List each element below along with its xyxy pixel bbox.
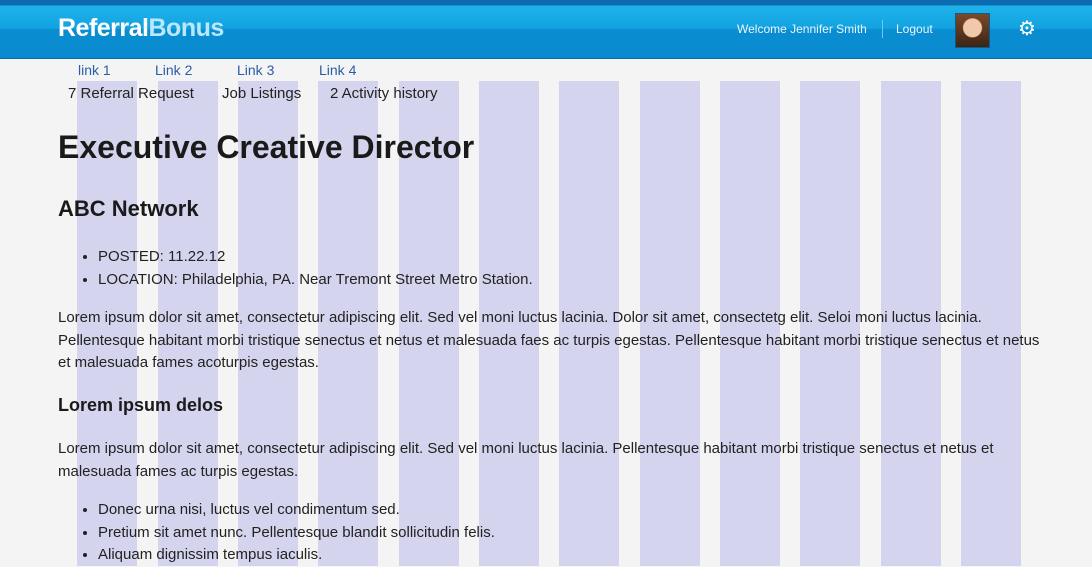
job-meta-list: POSTED: 11.22.12 LOCATION: Philadelphia,… [58, 246, 533, 291]
top-header-bar: ReferralBonus Welcome Jennifer Smith Log… [0, 0, 1092, 59]
logout-link[interactable]: Logout [896, 22, 933, 36]
list-item: Aliquam dignissim tempus iaculis. [98, 544, 495, 567]
job-description-paragraph: Lorem ipsum dolor sit amet, consectetur … [58, 309, 1040, 371]
section-paragraph: Lorem ipsum dolor sit amet, consectetur … [58, 440, 994, 480]
requirements-list: Donec urna nisi, luctus vel condimentum … [58, 499, 495, 567]
link-2[interactable]: Link 2 [155, 62, 192, 78]
nav-activity-history[interactable]: 2 Activity history [330, 85, 438, 102]
company-name: ABC Network [58, 196, 199, 221]
user-avatar[interactable] [955, 13, 990, 48]
list-item: Donec urna nisi, luctus vel condimentum … [98, 499, 495, 522]
posted-date: POSTED: 11.22.12 [98, 246, 533, 269]
link-1[interactable]: link 1 [78, 62, 111, 78]
referral-bonus-logo[interactable]: ReferralBonus [58, 14, 224, 43]
job-location: LOCATION: Philadelphia, PA. Near Tremont… [98, 269, 533, 292]
welcome-text: Welcome Jennifer Smith [737, 22, 867, 36]
header-divider [882, 20, 883, 38]
list-item: Pretium sit amet nunc. Pellentesque blan… [98, 522, 495, 545]
link-4[interactable]: Link 4 [319, 62, 356, 78]
logo-text-referral: Referral [58, 14, 149, 42]
nav-referral-request[interactable]: 7 Referral Request [68, 85, 194, 102]
section-subheading: Lorem ipsum delos [58, 395, 224, 415]
nav-job-listings[interactable]: Job Listings [222, 85, 301, 102]
gear-icon[interactable]: ⚙ [1018, 19, 1036, 39]
logo-text-bonus: Bonus [148, 14, 225, 42]
link-3[interactable]: Link 3 [237, 62, 274, 78]
job-title: Executive Creative Director [58, 129, 475, 165]
